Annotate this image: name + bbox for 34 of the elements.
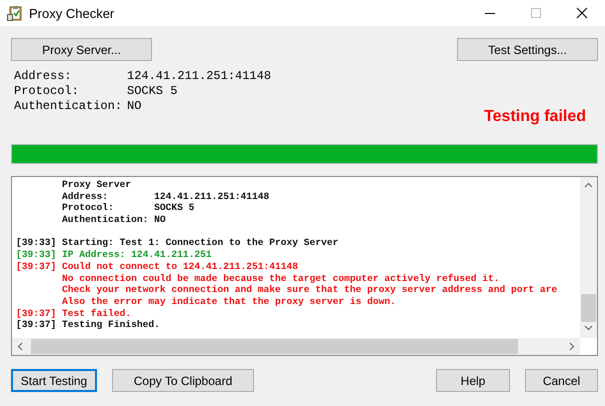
log-timestamp: [39:37] (16, 308, 58, 320)
status-text: Testing failed (484, 108, 586, 125)
field-label: Authentication: (14, 99, 124, 114)
log-timestamp: [39:37] (16, 260, 58, 272)
log-message: Check your network connection and make sure that the proxy server address and port are (62, 284, 558, 296)
maximize-icon[interactable] (530, 7, 542, 19)
log-message: Could not connect to 124.41.211.251:41148 (62, 260, 298, 272)
field-label: Protocol: (14, 84, 80, 99)
field-value: SOCKS 5 (127, 84, 178, 99)
log-message: IP Address: 124.41.211.251 (62, 249, 212, 261)
log-timestamp: [39:37] (16, 319, 58, 331)
log-message: Protocol: SOCKS 5 (62, 202, 194, 214)
log-message: Also the error may indicate that the proxy server is down. (62, 296, 396, 308)
start-testing-button[interactable]: Start Testing (11, 369, 97, 392)
field-value: NO (127, 99, 142, 114)
test-settings-button[interactable]: Test Settings... (457, 38, 598, 61)
window-title: Proxy Checker (29, 6, 116, 20)
log-message: Proxy Server (62, 179, 132, 191)
help-button[interactable]: Help (436, 369, 510, 392)
field-label: Address: (14, 69, 73, 84)
proxy-server-button[interactable]: Proxy Server... (11, 38, 152, 61)
log-message: Test failed. (62, 308, 132, 320)
log-message: No connection could be made because the target computer actively refused it. (62, 272, 500, 284)
close-icon[interactable] (576, 7, 588, 19)
log-message: Starting: Test 1: Connection to the Proxy Server (62, 237, 338, 250)
log-message: Authentication: NO (62, 214, 166, 226)
cancel-button[interactable]: Cancel (525, 369, 598, 392)
log-timestamp: [39:33] (16, 249, 58, 261)
copy-to-clipboard-button[interactable]: Copy To Clipboard (112, 369, 254, 392)
field-value: 124.41.211.251:41148 (127, 69, 272, 84)
log-message: Testing Finished. (62, 319, 160, 331)
log-message: Address: 124.41.211.251:41148 (62, 190, 270, 202)
clipboard-icon (7, 5, 23, 21)
log-timestamp: [39:33] (16, 237, 58, 250)
